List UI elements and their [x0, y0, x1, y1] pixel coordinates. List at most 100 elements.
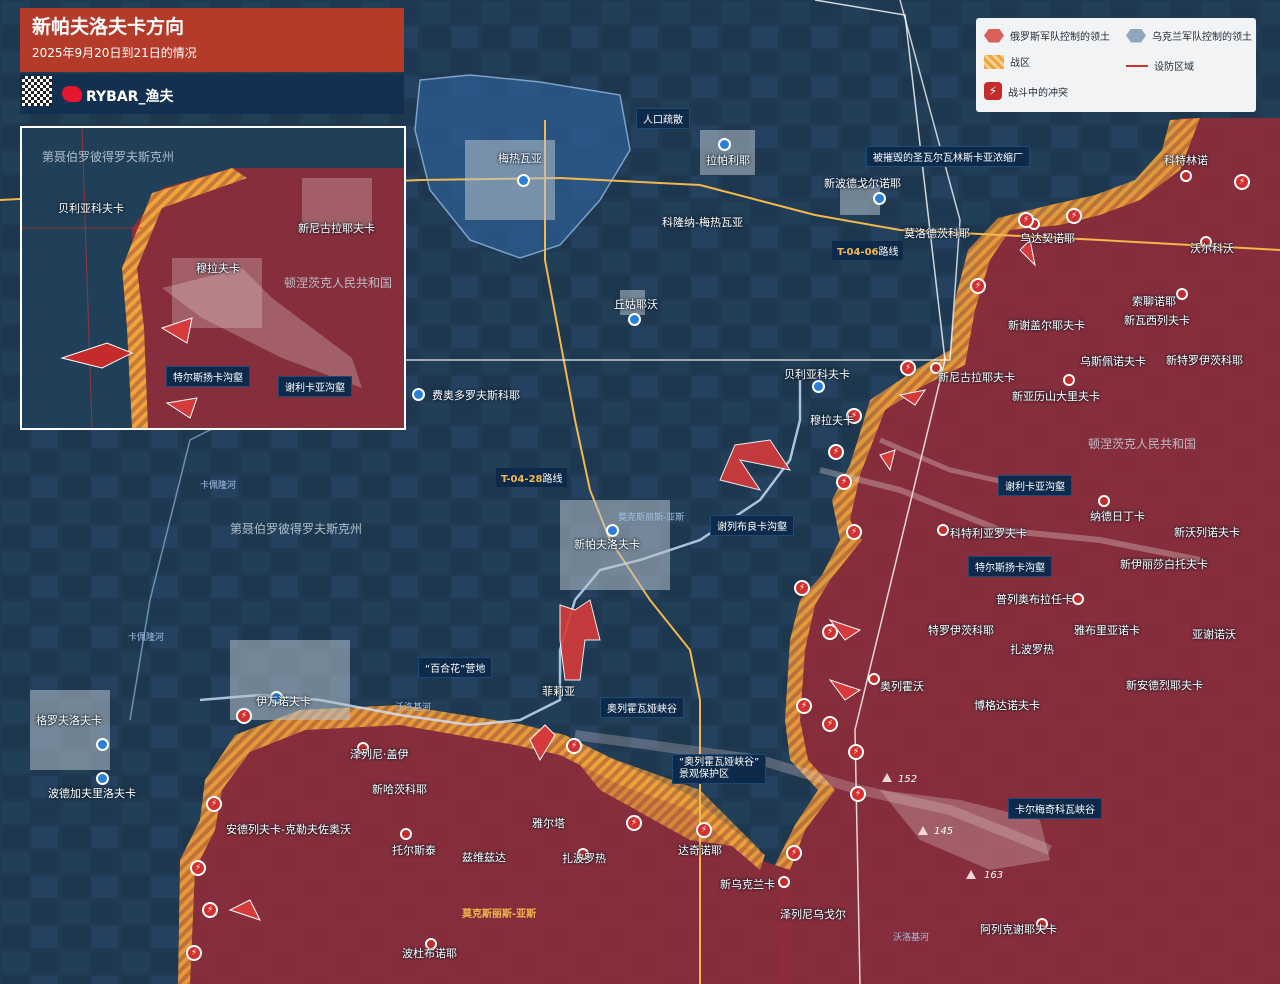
weibo-icon — [62, 86, 82, 102]
callout-destroyed-plant: 被摧毁的圣瓦尔瓦林斯卡亚浓缩厂 — [866, 146, 1030, 167]
town-novoukrainka: 新乌克兰卡 — [720, 878, 775, 891]
town-orekhovo: 奥列霍沃 — [880, 680, 924, 693]
map-title: 新帕夫洛夫卡方向 — [32, 16, 185, 38]
pin-sokolovo — [1176, 288, 1188, 300]
town-podgadovka: 波德加夫里洛夫卡 — [48, 787, 136, 800]
fighting-marker: ⚡ — [848, 744, 864, 760]
pin-chuhuiv — [628, 313, 641, 326]
callout-camp: “百合花”营地 — [418, 657, 493, 678]
inset-town-novonik: 新尼古拉耶夫卡 — [298, 222, 375, 235]
town-zaporozh2: 扎波罗热 — [1010, 643, 1054, 656]
road-code-t0428: T-04-28 — [501, 474, 543, 485]
town-podgornoe: 波杜布诺耶 — [402, 947, 457, 960]
fighting-marker: ⚡ — [696, 822, 712, 838]
river-label-4: 莫克斯丽斯-亚斯 — [618, 513, 685, 523]
legend-ua-control: 乌克兰军队控制的领土 — [1126, 28, 1252, 43]
town-fedorovka: 费奥多罗夫斯科耶 — [432, 389, 520, 402]
inset-callout-serikaya: 谢利卡亚沟壑 — [278, 376, 352, 397]
elevation-145: 145 — [934, 826, 954, 837]
town-yantar: 雅布里亚诺卡 — [1074, 624, 1140, 637]
legend: 俄罗斯军队控制的领土 乌克兰军队控制的领土 战区 设防区域 ⚡ 战斗中的冲突 — [976, 18, 1256, 112]
town-zaporozhzhia: 扎波罗热 — [562, 852, 606, 865]
town-muravka: 穆拉夫卡 — [810, 414, 854, 427]
fighting-icon: ⚡ — [984, 82, 1002, 100]
inset-region-donetsk: 顿涅茨克人民共和国 — [284, 276, 393, 290]
qr-code-icon — [22, 76, 52, 106]
legend-ru-control: 俄罗斯军队控制的领土 — [984, 28, 1110, 43]
fighting-marker: ⚡ — [236, 708, 252, 724]
pin-nadezhda — [1098, 495, 1110, 507]
town-proletarka: 普列奥布拉任卡 — [996, 593, 1073, 606]
region-dnipro: 第聂伯罗彼得罗夫斯克州 — [230, 522, 363, 536]
legend-war-zone-label: 战区 — [1010, 58, 1030, 69]
town-uspenivka: 乌斯佩诺夫卡 — [1080, 355, 1146, 368]
fighting-marker: ⚡ — [828, 444, 844, 460]
legend-defense-line: 设防区域 — [1126, 58, 1194, 73]
fighting-marker: ⚡ — [186, 945, 202, 961]
fighting-marker: ⚡ — [202, 902, 218, 918]
inset-map: 第聂伯罗彼得罗夫斯克州 顿涅茨克人民共和国 贝利亚科夫卡 穆拉夫卡 新尼古拉耶夫… — [20, 126, 406, 430]
pin-gorodovka — [96, 738, 109, 751]
inset-callout-terskaya: 特尔斯扬卡沟壑 — [166, 366, 250, 387]
callout-serikaya: 谢利卡亚沟壑 — [998, 475, 1072, 496]
town-novovasylivka: 新瓦西列夫卡 — [1124, 314, 1190, 327]
pin-podgadovka — [96, 772, 109, 785]
fighting-marker: ⚡ — [566, 738, 582, 754]
ru-hex-icon — [984, 28, 1004, 43]
elevation-triangle — [966, 870, 976, 879]
road-suffix-t0406: 路线 — [878, 247, 899, 258]
fighting-marker: ⚡ — [822, 624, 838, 640]
fighting-marker: ⚡ — [1066, 208, 1082, 224]
fighting-marker: ⚡ — [794, 580, 810, 596]
town-filia: 菲莉亚 — [542, 685, 575, 698]
inset-town-muravka: 穆拉夫卡 — [196, 262, 240, 275]
fighting-marker: ⚡ — [1018, 212, 1034, 228]
pin-orekhovo — [868, 673, 880, 685]
river-label-3: 沃洛基河 — [395, 703, 432, 713]
town-novotroitske: 新特罗伊茨科耶 — [1166, 354, 1243, 367]
legend-ua-label: 乌克兰军队控制的领土 — [1152, 32, 1252, 43]
town-sokolovo: 索聊诺耶 — [1132, 295, 1176, 308]
callout-terskaya: 特尔斯扬卡沟壑 — [968, 556, 1052, 577]
elevation-163: 163 — [984, 870, 1004, 881]
river-label-2: 卡佩隆河 — [128, 633, 165, 643]
inset-region-dnipro: 第聂伯罗彼得罗夫斯克州 — [42, 150, 175, 164]
pin-fedorovka — [412, 388, 425, 401]
town-mezhova: 梅热瓦亚 — [498, 152, 542, 165]
legend-ru-label: 俄罗斯军队控制的领土 — [1010, 32, 1110, 43]
town-troitske: 特罗伊茨科耶 — [928, 624, 994, 637]
town-kotlino: 科特林诺 — [1164, 154, 1208, 167]
road-tag-t0428: T-04-28路线 — [496, 468, 568, 487]
pin-kotlino — [1180, 170, 1192, 182]
fighting-marker: ⚡ — [1234, 174, 1250, 190]
town-sorochiv: 沃尔科沃 — [1190, 242, 1234, 255]
fighting-marker: ⚡ — [970, 278, 986, 294]
road-suffix-t0428: 路线 — [542, 474, 563, 485]
town-andrivka: 安德列夫卡-克勒夫佐奥沃 — [226, 823, 351, 836]
legend-fighting-label: 战斗中的冲突 — [1008, 87, 1068, 99]
town-novopodgornoe: 新波德戈尔诺耶 — [824, 177, 901, 190]
town-belyakovka: 贝利亚科夫卡 — [784, 368, 850, 381]
town-novosergeevka: 新沃列诺夫卡 — [1174, 526, 1240, 539]
pin-mezhova — [517, 174, 530, 187]
pin-novoukrainka — [778, 876, 790, 888]
legend-defense-label: 设防区域 — [1154, 62, 1194, 73]
town-novopavlivka: 新帕夫洛夫卡 — [574, 538, 640, 551]
fighting-marker: ⚡ — [190, 860, 206, 876]
callout-evacuation: 人口疏散 — [636, 108, 690, 129]
town-ivanivka: 伊万诺夫卡 — [256, 695, 311, 708]
town-bogatyr: 博格达诺夫卡 — [974, 699, 1040, 712]
road-code-t0406: T-04-06 — [837, 247, 879, 258]
town-yalta: 雅尔塔 — [532, 817, 565, 830]
fighting-marker: ⚡ — [846, 524, 862, 540]
town-zaporozhie: 莫洛德茨科耶 — [904, 227, 970, 240]
town-zelenodolsk: 泽列尼乌戈尔 — [780, 908, 846, 921]
town-nadezhda: 纳德日丁卡 — [1090, 510, 1145, 523]
town-novoandrievka: 新安德烈耶夫卡 — [1126, 679, 1203, 692]
pin-kotlyarevka — [937, 524, 949, 536]
callout-sereboloka: 谢列布良卡沟壑 — [710, 515, 794, 536]
elevation-152: 152 — [898, 774, 918, 785]
fighting-marker: ⚡ — [786, 845, 802, 861]
town-tolstoe: 托尔斯泰 — [392, 844, 436, 857]
pin-tolstoe — [400, 828, 412, 840]
